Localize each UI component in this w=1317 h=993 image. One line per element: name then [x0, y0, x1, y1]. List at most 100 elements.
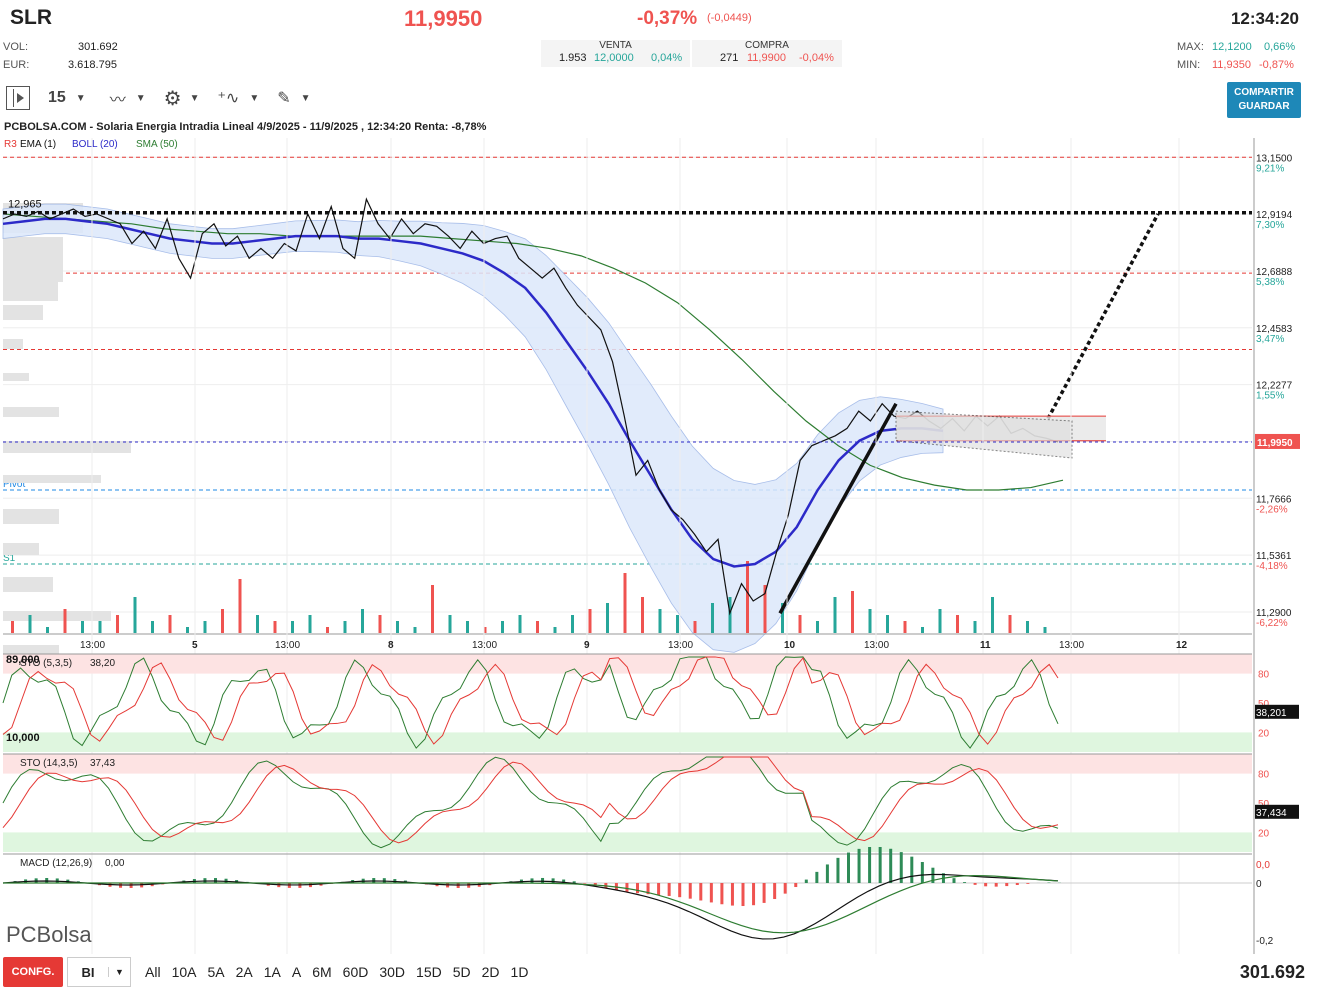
projection-line — [1046, 213, 1160, 420]
volume-bar — [851, 591, 854, 633]
volume-bar — [98, 621, 102, 633]
volume-bar — [991, 597, 994, 633]
x-tick-label: 10 — [784, 640, 796, 651]
chart-canvas[interactable]: PCBOLSA.COM - Solaria Energia Intradia L… — [0, 118, 1317, 954]
chevron-down-icon[interactable]: ▼ — [301, 93, 311, 104]
volume-bar — [361, 609, 364, 633]
volume-profile-bar — [3, 543, 39, 555]
volume-bar — [238, 579, 242, 633]
macd-histogram-bar — [889, 848, 893, 883]
macd-histogram-bar — [1005, 883, 1009, 887]
range-30d[interactable]: 30D — [379, 964, 405, 980]
toolbar: 15 ▼ 〰 ▼ ⚙ ▼ ⁺∿ ▼ ✎ ▼ — [6, 85, 311, 111]
macd-histogram-bar — [910, 856, 914, 883]
macd-histogram-bar — [667, 883, 671, 896]
chevron-down-icon[interactable]: ▼ — [190, 93, 200, 104]
macd-tick-label: 0,0 — [1256, 860, 1270, 871]
range-all[interactable]: All — [145, 964, 161, 980]
chart-title: PCBOLSA.COM - Solaria Energia Intradia L… — [4, 121, 487, 133]
macd-histogram-bar — [847, 852, 850, 883]
macd-histogram-bar — [583, 883, 587, 884]
x-tick-label: 13:00 — [1059, 640, 1084, 651]
indicator-label: EMA (1) — [20, 139, 56, 150]
y-tick-percent: 1,55% — [1256, 391, 1284, 402]
volume-bar — [448, 615, 452, 633]
range-10a[interactable]: 10A — [172, 964, 197, 980]
volume-bar — [658, 609, 662, 633]
indicators-icon[interactable]: ⁺∿ — [217, 88, 239, 108]
volume-bar — [623, 573, 627, 633]
volume-bar — [606, 603, 609, 633]
volume-bar — [571, 615, 574, 633]
volume-profile-bar — [3, 373, 29, 381]
sto-level-label: 80 — [1258, 770, 1270, 781]
range-6m[interactable]: 6M — [312, 964, 331, 980]
macd-histogram-bar — [625, 883, 629, 892]
macd-histogram-bar — [825, 864, 829, 883]
volume-bar — [256, 615, 259, 633]
y-tick-percent: -2,26% — [1256, 504, 1288, 515]
y-tick-percent: 5,38% — [1256, 277, 1284, 288]
x-tick-label: 13:00 — [80, 640, 105, 651]
macd-histogram-bar — [741, 883, 745, 907]
max-pct: 0,66% — [1264, 41, 1296, 53]
volume-bar — [868, 609, 872, 633]
volume-bar — [816, 621, 819, 633]
chevron-down-icon[interactable]: ▼ — [249, 93, 259, 104]
x-tick-label: 13:00 — [864, 640, 889, 651]
volume-bar — [746, 561, 749, 633]
range-60d[interactable]: 60D — [343, 964, 369, 980]
macd-histogram-bar — [752, 883, 756, 906]
macd-histogram-bar — [973, 883, 977, 885]
volume-profile-bar — [3, 441, 131, 453]
venta-qty: 1.953 — [559, 52, 587, 64]
macd-histogram-bar — [804, 879, 808, 883]
volume-bar — [151, 621, 154, 633]
volume-profile-bar — [3, 339, 23, 349]
volume-profile-bar — [3, 509, 59, 524]
chart-type-icon[interactable]: 〰 — [110, 86, 126, 110]
macd-histogram-bar — [994, 883, 998, 887]
x-tick-label: 13:00 — [668, 640, 693, 651]
max-label: MAX: — [1177, 41, 1204, 53]
share-save-button[interactable]: COMPARTIR GUARDAR — [1227, 82, 1301, 118]
gear-icon[interactable]: ⚙ — [164, 86, 182, 111]
macd-histogram-bar — [720, 883, 724, 905]
interval-select[interactable]: 15 — [48, 89, 66, 107]
compra-qty: 271 — [720, 52, 739, 64]
volume-profile-bar — [3, 305, 43, 320]
range-a[interactable]: A — [292, 964, 301, 980]
macd-histogram-bar — [984, 883, 988, 887]
range-5a[interactable]: 5A — [207, 964, 224, 980]
chevron-down-icon[interactable]: ▼ — [76, 93, 86, 104]
volume-bar — [466, 621, 469, 633]
volume-bar — [501, 621, 504, 633]
range-5d[interactable]: 5D — [453, 964, 471, 980]
config-button[interactable]: CONFG. — [3, 957, 63, 987]
range-15d[interactable]: 15D — [416, 964, 442, 980]
macd-histogram-bar — [920, 862, 924, 883]
share-label: COMPARTIR — [1234, 87, 1294, 98]
chevron-down-icon[interactable]: ▼ — [108, 967, 130, 977]
volume-profile-bar — [3, 475, 101, 483]
macd-histogram-bar — [1026, 883, 1030, 884]
range-2a[interactable]: 2A — [236, 964, 253, 980]
macd-tick-label: -0,2 — [1256, 936, 1274, 947]
volume-bar — [431, 585, 434, 633]
macd-histogram-bar — [688, 883, 692, 899]
clock: 12:34:20 — [1230, 9, 1299, 28]
range-2d[interactable]: 2D — [482, 964, 500, 980]
macd-histogram-bar — [815, 871, 819, 883]
range-1d[interactable]: 1D — [511, 964, 529, 980]
sto1-last-text: 38,201 — [1256, 708, 1287, 719]
sto2-label: STO (14,3,5) — [20, 758, 78, 769]
draw-tool-icon[interactable]: ✎ — [277, 88, 290, 108]
bi-select[interactable]: BI ▼ — [67, 957, 131, 987]
change-percent: -0,37% — [637, 8, 698, 29]
min-price: 11,9350 — [1212, 59, 1251, 71]
chevron-down-icon[interactable]: ▼ — [136, 93, 146, 104]
range-1a[interactable]: 1A — [264, 964, 281, 980]
bi-label: BI — [81, 964, 95, 980]
panel-toggle-icon[interactable] — [6, 86, 30, 110]
volume-bar — [938, 609, 942, 633]
